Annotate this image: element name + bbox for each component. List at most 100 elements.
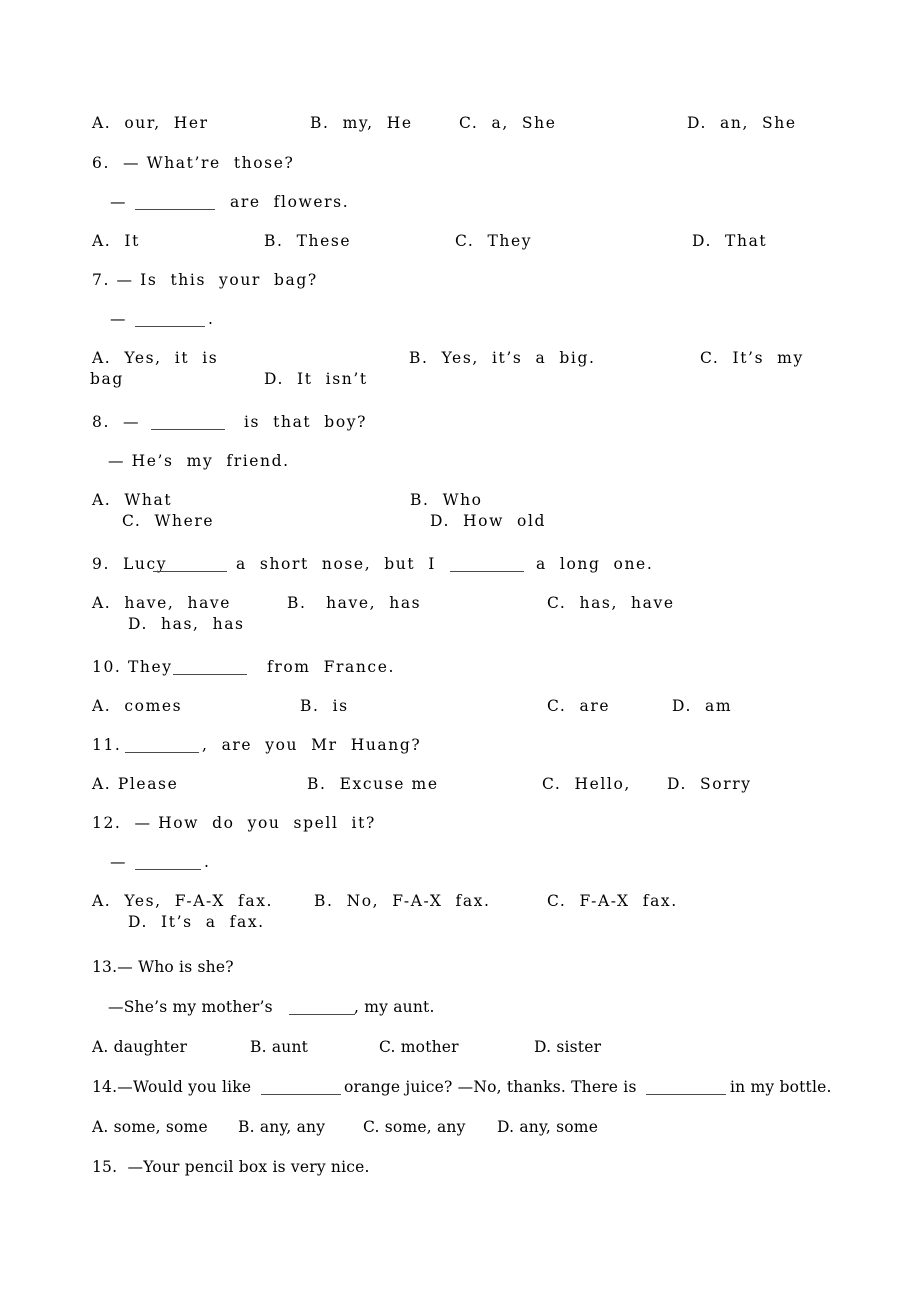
q11-options-row: A. Please B. Excuse me C. Hello, D. Sorr… — [92, 769, 852, 808]
q6-options-row: A. It B. These C. They D. That — [92, 226, 852, 265]
q12-answer-tail: . — [204, 853, 211, 871]
q7-options-wrap-row: bag D. It isn’t — [90, 368, 852, 407]
q11-option-a[interactable]: A. Please — [92, 776, 178, 793]
q5-option-d[interactable]: D. an, She — [687, 115, 797, 132]
q12-answer-row: — . — [92, 847, 852, 886]
q14-options-row: A. some, some B. any, any C. some, any D… — [92, 1112, 852, 1152]
q14-stem-tail: in my bottle. — [730, 1078, 832, 1096]
q12-option-c[interactable]: C. F-A-X fax. — [547, 893, 678, 910]
q8-stem-lead: 8. — — [92, 413, 141, 431]
q8-option-a[interactable]: A. What — [92, 492, 172, 509]
q11-option-c[interactable]: C. Hello, — [542, 776, 631, 793]
q14-option-b[interactable]: B. any, any — [238, 1119, 325, 1136]
q9-option-a[interactable]: A. have, have — [92, 595, 231, 612]
q10-stem-row: 10. They from France. — [92, 652, 852, 691]
q7-option-b[interactable]: B. Yes, it’s a big. — [409, 350, 596, 367]
q12-options-row-2: D. It’s a fax. — [92, 911, 852, 952]
q10-blank[interactable] — [173, 659, 247, 675]
q7-option-d[interactable]: D. It isn’t — [264, 371, 368, 388]
q8-options-row-2: C. Where D. How old — [92, 510, 852, 549]
q9-options-row: A. have, have B. have, has C. has, have — [92, 588, 852, 613]
q7-answer-tail: . — [208, 310, 215, 328]
q8-option-d[interactable]: D. How old — [430, 513, 546, 530]
q14-blank-1[interactable] — [261, 1079, 341, 1095]
q14-blank-2[interactable] — [646, 1079, 726, 1095]
q6-option-d[interactable]: D. That — [692, 233, 767, 250]
q15-stem: 15. —Your pencil box is very nice. — [92, 1158, 370, 1176]
q9-stem-tail: a long one. — [536, 555, 654, 573]
q6-answer-dash: — — [110, 193, 128, 211]
q13-blank[interactable] — [289, 999, 355, 1015]
q14-option-c[interactable]: C. some, any — [363, 1119, 466, 1136]
q9-blank-1[interactable] — [153, 556, 227, 572]
q10-option-b[interactable]: B. is — [300, 698, 349, 715]
q9-stem-mid: a short nose, but I — [236, 555, 436, 573]
q11-stem-lead: 11. — [92, 736, 122, 754]
q7-options-row: A. Yes, it is B. Yes, it’s a big. C. It’… — [92, 343, 852, 368]
q6-answer-tail: are flowers. — [230, 193, 350, 211]
q7-blank[interactable] — [135, 311, 205, 327]
q8-answer-row: — He’s my friend. — [92, 446, 852, 485]
q11-stem-row: 11. , are you Mr Huang? — [92, 730, 852, 769]
q11-stem-tail: , are you Mr Huang? — [202, 736, 422, 754]
q7-option-a[interactable]: A. Yes, it is — [92, 350, 218, 367]
q13-answer-tail: , my aunt. — [354, 998, 435, 1016]
q13-option-d[interactable]: D. sister — [534, 1039, 601, 1056]
q12-option-d[interactable]: D. It’s a fax. — [128, 914, 265, 931]
q7-answer-row: — . — [92, 304, 852, 343]
q9-option-d[interactable]: D. has, has — [128, 616, 245, 633]
q14-option-a[interactable]: A. some, some — [92, 1119, 208, 1136]
worksheet-content: A. our, Her B. my, He C. a, She D. an, S… — [90, 108, 852, 1192]
q8-answer: — He’s my friend. — [108, 452, 290, 470]
q14-option-d[interactable]: D. any, some — [497, 1119, 598, 1136]
q12-stem: 12. — How do you spell it? — [92, 814, 376, 832]
q11-option-d[interactable]: D. Sorry — [667, 776, 752, 793]
q8-blank[interactable] — [151, 414, 225, 430]
q10-option-a[interactable]: A. comes — [92, 698, 182, 715]
q12-options-row: A. Yes, F-A-X fax. B. No, F-A-X fax. C. … — [92, 886, 852, 911]
q13-stem: 13.— Who is she? — [92, 958, 234, 976]
q13-option-c[interactable]: C. mother — [379, 1039, 459, 1056]
q12-option-b[interactable]: B. No, F-A-X fax. — [314, 893, 491, 910]
q10-option-c[interactable]: C. are — [547, 698, 610, 715]
q13-options-row: A. daughter B. aunt C. mother D. sister — [92, 1032, 852, 1072]
q5-option-c[interactable]: C. a, She — [459, 115, 556, 132]
q6-stem-row: 6. — What’re those? — [92, 148, 852, 187]
q13-answer-lead: —She’s my mother’s — [108, 998, 273, 1016]
q13-option-b[interactable]: B. aunt — [250, 1039, 308, 1056]
q7-option-c[interactable]: C. It’s my — [700, 350, 804, 367]
q7-answer-dash: — — [110, 310, 128, 328]
q9-options-row-2: D. has, has — [92, 613, 852, 652]
q9-option-b[interactable]: B. have, has — [287, 595, 421, 612]
q8-option-b[interactable]: B. Who — [410, 492, 483, 509]
q5-options-row: A. our, Her B. my, He C. a, She D. an, S… — [92, 108, 852, 148]
q10-options-row: A. comes B. is C. are D. am — [92, 691, 852, 730]
q7-option-c-wrap[interactable]: bag — [90, 371, 124, 388]
q6-stem: 6. — What’re those? — [92, 154, 295, 172]
q9-blank-2[interactable] — [450, 556, 524, 572]
q12-blank[interactable] — [135, 854, 201, 870]
q9-option-c[interactable]: C. has, have — [547, 595, 675, 612]
q13-answer-row: —She’s my mother’s , my aunt. — [92, 992, 852, 1032]
q13-option-a[interactable]: A. daughter — [92, 1039, 187, 1056]
q8-option-c[interactable]: C. Where — [122, 513, 214, 530]
q5-option-b[interactable]: B. my, He — [310, 115, 413, 132]
worksheet-page: A. our, Her B. my, He C. a, She D. an, S… — [0, 0, 920, 1302]
q6-option-a[interactable]: A. It — [92, 233, 140, 250]
q7-stem-row: 7. — Is this your bag? — [92, 265, 852, 304]
q6-answer-row: — are flowers. — [92, 187, 852, 226]
q6-option-b[interactable]: B. These — [264, 233, 351, 250]
q8-options-row: A. What B. Who — [92, 485, 852, 510]
q11-blank[interactable] — [125, 737, 199, 753]
q9-stem-row: 9. Lucy a short nose, but I a long one. — [92, 549, 852, 588]
q5-option-a[interactable]: A. our, Her — [92, 115, 209, 132]
q10-option-d[interactable]: D. am — [672, 698, 732, 715]
q10-stem-tail: from France. — [267, 658, 395, 676]
q6-blank[interactable] — [135, 194, 215, 210]
q11-option-b[interactable]: B. Excuse me — [307, 776, 439, 793]
q14-stem-mid: orange juice? —No, thanks. There is — [344, 1078, 637, 1096]
q14-stem-lead: 14.—Would you like — [92, 1078, 252, 1096]
q13-stem-row: 13.— Who is she? — [92, 952, 852, 992]
q6-option-c[interactable]: C. They — [455, 233, 532, 250]
q12-option-a[interactable]: A. Yes, F-A-X fax. — [92, 893, 273, 910]
